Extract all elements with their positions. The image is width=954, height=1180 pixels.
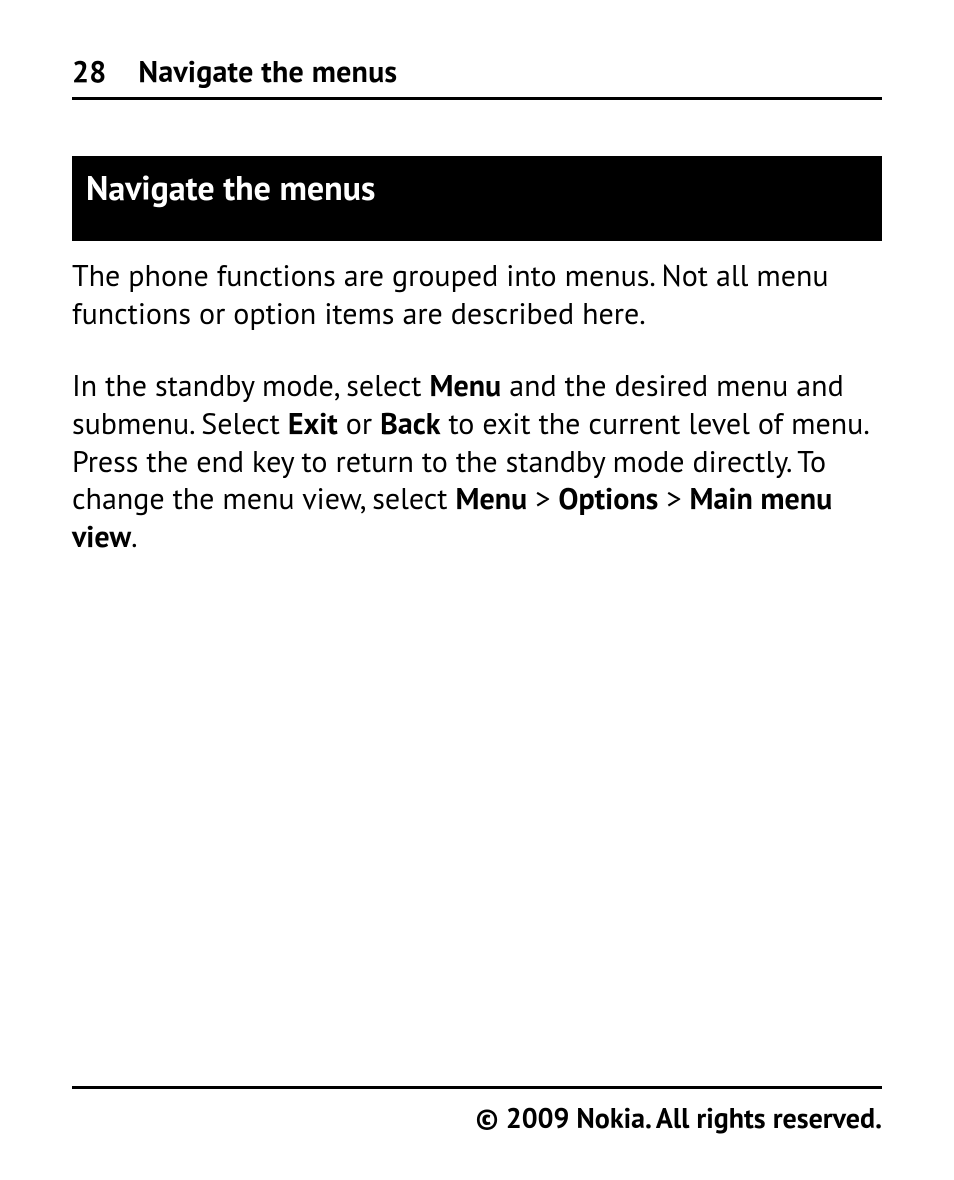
footer: © 2009 Nokia. All rights reserved. (72, 1086, 882, 1136)
menu-label-2: Menu (455, 479, 527, 518)
copyright-text: © 2009 Nokia. All rights reserved. (475, 1099, 882, 1136)
page-number: 28 (72, 52, 106, 91)
paragraph-2: In the standby mode, select Menu and the… (72, 367, 882, 556)
paragraph-1: The phone functions are grouped into men… (72, 257, 882, 333)
text-run: > (527, 479, 558, 518)
menu-label: Menu (429, 366, 501, 405)
running-header: 28 Navigate the menus (72, 52, 882, 100)
section-title: Navigate the menus (72, 156, 882, 241)
text-run: > (658, 479, 689, 518)
text-run: or (338, 404, 380, 443)
text-run: In the standby mode, select (72, 366, 429, 405)
running-header-title: Navigate the menus (138, 52, 397, 91)
exit-label: Exit (288, 404, 338, 443)
options-label: Options (558, 479, 658, 518)
document-page: 28 Navigate the menus Navigate the menus… (0, 0, 954, 1180)
back-label: Back (380, 404, 440, 443)
text-run: . (131, 517, 137, 556)
